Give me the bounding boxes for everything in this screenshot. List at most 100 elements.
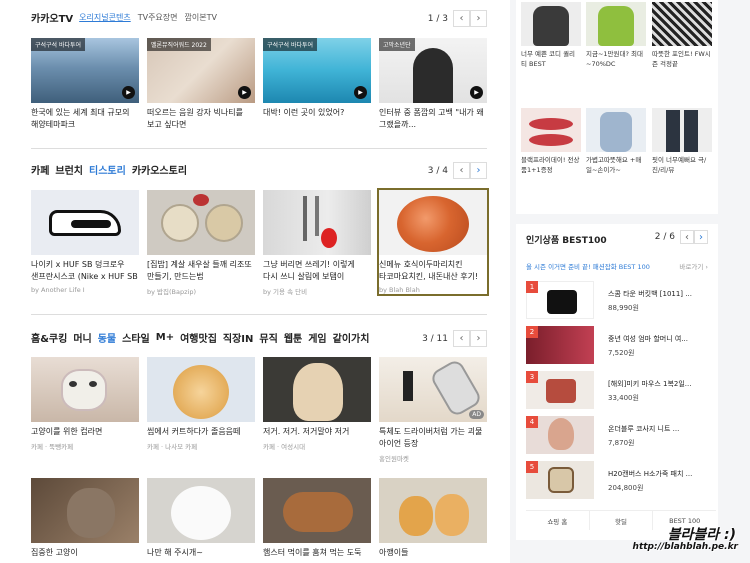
- tab-cafe[interactable]: 카페: [31, 162, 49, 177]
- fashion-text: 가볍고따뜻해요 +매일~손이가~: [586, 156, 642, 174]
- tab-music[interactable]: 뮤직: [259, 330, 277, 345]
- video-thumbnail: 멜론뮤직어워드 2022 ▶: [147, 38, 255, 103]
- fashion-item[interactable]: 핏이 너무예뻐요 극/진/리/뷰: [652, 108, 712, 175]
- post-source: by Blah Blah: [379, 286, 420, 294]
- next-button[interactable]: ›: [694, 230, 708, 244]
- fashion-text: 지금~1만원대? 최대~70%DC: [586, 50, 643, 68]
- ad-thumbnail: AD: [379, 357, 487, 422]
- fashion-text: 따뜻한 포인트! FW시즌 걱정끝: [652, 50, 711, 68]
- tab-travel-food[interactable]: 여행맛집: [180, 330, 217, 345]
- page-indicator: 2 / 6: [654, 232, 675, 242]
- tab-work[interactable]: 직장IN: [223, 330, 254, 345]
- video-card[interactable]: 멜론뮤직어워드 2022 ▶ 떠오르는 음원 강자 빅나티를 보고 싶다면: [147, 38, 255, 131]
- prev-button[interactable]: ‹: [680, 230, 694, 244]
- video-badge: 고막소년단: [379, 38, 415, 51]
- fashion-image: [521, 2, 581, 46]
- ad-card[interactable]: AD 특체도 드라이버처럼 가는 괴물 아이언 등장 홍인원마켓: [379, 357, 487, 463]
- video-badge: 구석구석 바다투어: [31, 38, 86, 51]
- video-thumbnail: 고막소년단 ▶: [379, 38, 487, 103]
- tab-hotdeal[interactable]: 핫딜: [590, 511, 654, 530]
- tab-brunch[interactable]: 브런치: [55, 162, 83, 177]
- video-card[interactable]: 고막소년단 ▶ 인터뷰 중 폼깝의 고백 "내가 왜 그랬을까...: [379, 38, 487, 131]
- content-card[interactable]: 저거. 저거. 저거말야 저거 카페 · 여성시대: [263, 357, 371, 451]
- post-source: by 밥집(Bapzip): [147, 288, 196, 296]
- tab-money[interactable]: 머니: [73, 330, 91, 345]
- post-card[interactable]: 그냥 버리면 쓰레기! 이렇게 다시 쓰니 살림에 보탬이 by 기용 속 단비: [263, 190, 371, 296]
- product-price: 33,400원: [608, 394, 639, 402]
- fashion-item[interactable]: 블랙프라이데이! 전상품1+1증정: [521, 108, 581, 175]
- content-card[interactable]: 고양이를 위한 컵라면 카페 · 뚝뺑카페: [31, 357, 139, 451]
- post-card-selected[interactable]: 신메뉴 호식이두마리치킨 타코마요치킨, 내돈내산 후기! by Blah Bl…: [377, 188, 489, 296]
- product-price: 204,800원: [608, 484, 644, 492]
- tab-tv-highlights[interactable]: TV주요장면: [138, 12, 178, 23]
- post-thumbnail: [263, 190, 371, 255]
- prev-button[interactable]: ‹: [453, 10, 470, 27]
- post-card[interactable]: [집밥] 계살 새우살 들깨 리조또 만들기, 만드는법 by 밥집(Bapzi…: [147, 190, 255, 296]
- post-source: by 기용 속 단비: [263, 288, 308, 296]
- more-link[interactable]: 바로가기 ›: [679, 261, 708, 271]
- fashion-item[interactable]: 따뜻한 포인트! FW시즌 걱정끝: [652, 2, 712, 69]
- content-thumbnail: [263, 478, 371, 543]
- content-card[interactable]: 나만 해 주시개~: [147, 478, 255, 559]
- product-row[interactable]: 5 H20캔버스 H소가죽 패치 ... 204,800원: [526, 461, 716, 499]
- prev-button[interactable]: ‹: [453, 330, 470, 347]
- tab-tistory[interactable]: 티스토리: [89, 162, 126, 177]
- popular-subtitle[interactable]: 올 시즌 이거면 준비 끝! 패션잡화 BEST 100: [526, 261, 650, 271]
- prev-button[interactable]: ‹: [453, 162, 470, 179]
- content-thumbnail: [31, 357, 139, 422]
- post-title: [집밥] 계살 새우살 들깨 리조또 만들기, 만드는법: [147, 260, 252, 281]
- fashion-text: 핏이 너무예뻐요 극/진/리/뷰: [652, 156, 707, 174]
- next-button[interactable]: ›: [470, 330, 487, 347]
- content-card[interactable]: 씹에서 커트하다가 졸음음떼 카페 · 나사모 카페: [147, 357, 255, 451]
- product-row[interactable]: 3 [해외]미키 마우스 1복2일... 33,400원: [526, 371, 716, 409]
- video-card[interactable]: 구석구석 바다투어 ▶ 대박! 이런 곳이 있었어?: [263, 38, 371, 119]
- next-button[interactable]: ›: [470, 162, 487, 179]
- content-title: 햄스터 먹이를 훔쳐 먹는 도둑: [263, 548, 362, 557]
- tab-mplus[interactable]: M+: [156, 332, 174, 343]
- play-icon: ▶: [354, 86, 367, 99]
- tab-kkambon-tv[interactable]: 깜이본TV: [185, 12, 217, 23]
- video-card[interactable]: 구석구석 바다투어 ▶ 한국에 있는 세계 최대 규모의 해양테마파크: [31, 38, 139, 131]
- rank-badge: 1: [526, 281, 538, 293]
- content-card[interactable]: 아깽이들: [379, 478, 487, 559]
- content-thumbnail: [31, 478, 139, 543]
- rank-badge: 4: [526, 416, 538, 428]
- tab-original-content[interactable]: 오리지널콘텐츠: [79, 12, 131, 23]
- post-thumbnail: [379, 190, 487, 255]
- fashion-item[interactable]: 지금~1만원대? 최대~70%DC: [586, 2, 646, 69]
- product-name: H20캔버스 H소가죽 패치 ...: [608, 470, 693, 478]
- watermark-url: http://blahblah.pe.kr: [632, 542, 738, 552]
- main-content: 카카오TV 오리지널콘텐츠 TV주요장면 깜이본TV 1 / 3 ‹ › 구석구…: [0, 0, 510, 563]
- tab-game[interactable]: 게임: [308, 330, 326, 345]
- post-thumbnail: [31, 190, 139, 255]
- page-indicator: 1 / 3: [427, 13, 448, 24]
- fashion-text: 블랙프라이데이! 전상품1+1증정: [521, 156, 580, 174]
- video-title: 한국에 있는 세계 최대 규모의 해양테마파크: [31, 108, 130, 129]
- tab-animal[interactable]: 동물: [98, 330, 116, 345]
- content-card[interactable]: 집중한 고양이: [31, 478, 139, 559]
- fashion-image: [652, 2, 712, 46]
- fashion-item[interactable]: 가볍고따뜻해요 +매일~손이가~: [586, 108, 646, 175]
- product-row[interactable]: 4 온더블루 코사지 니트 ... 7,870원: [526, 416, 716, 454]
- product-name: 중년 여성 엄마 할머니 여...: [608, 335, 688, 343]
- tab-webtoon[interactable]: 웹툰: [284, 330, 302, 345]
- post-title: 신메뉴 호식이두마리치킨 타코마요치킨, 내돈내산 후기!: [379, 260, 479, 281]
- ad-badge: AD: [469, 410, 484, 419]
- next-button[interactable]: ›: [470, 10, 487, 27]
- tab-kakaotv[interactable]: 카카오TV: [31, 10, 73, 25]
- product-price: 7,520원: [608, 349, 635, 357]
- tab-style[interactable]: 스타일: [122, 330, 150, 345]
- fashion-item[interactable]: 너무 예쁜 코디 퀄리티 BEST: [521, 2, 581, 69]
- content-title: 집중한 고양이: [31, 548, 78, 557]
- tab-together[interactable]: 같이가치: [333, 330, 370, 345]
- product-row[interactable]: 1 스콤 타운 버킷백 [1011] ... 88,990원: [526, 281, 716, 319]
- content-source: 홍인원마켓: [379, 455, 409, 463]
- product-row[interactable]: 2 중년 여성 엄마 할머니 여... 7,520원: [526, 326, 716, 364]
- tab-kakaostory[interactable]: 카카오스토리: [132, 162, 187, 177]
- content-title: 저거. 저거. 저거말야 저거: [263, 427, 350, 436]
- tab-shopping-home[interactable]: 쇼핑 홈: [526, 511, 590, 530]
- video-title: 떠오르는 음원 강자 빅나티를 보고 싶다면: [147, 108, 243, 129]
- content-card[interactable]: 햄스터 먹이를 훔쳐 먹는 도둑: [263, 478, 371, 559]
- tab-home-cooking[interactable]: 홈&쿠킹: [31, 330, 67, 345]
- post-card[interactable]: 나이키 x HUF SB 덩크로우 샌프란시스코 (Nike x HUF SB …: [31, 190, 139, 294]
